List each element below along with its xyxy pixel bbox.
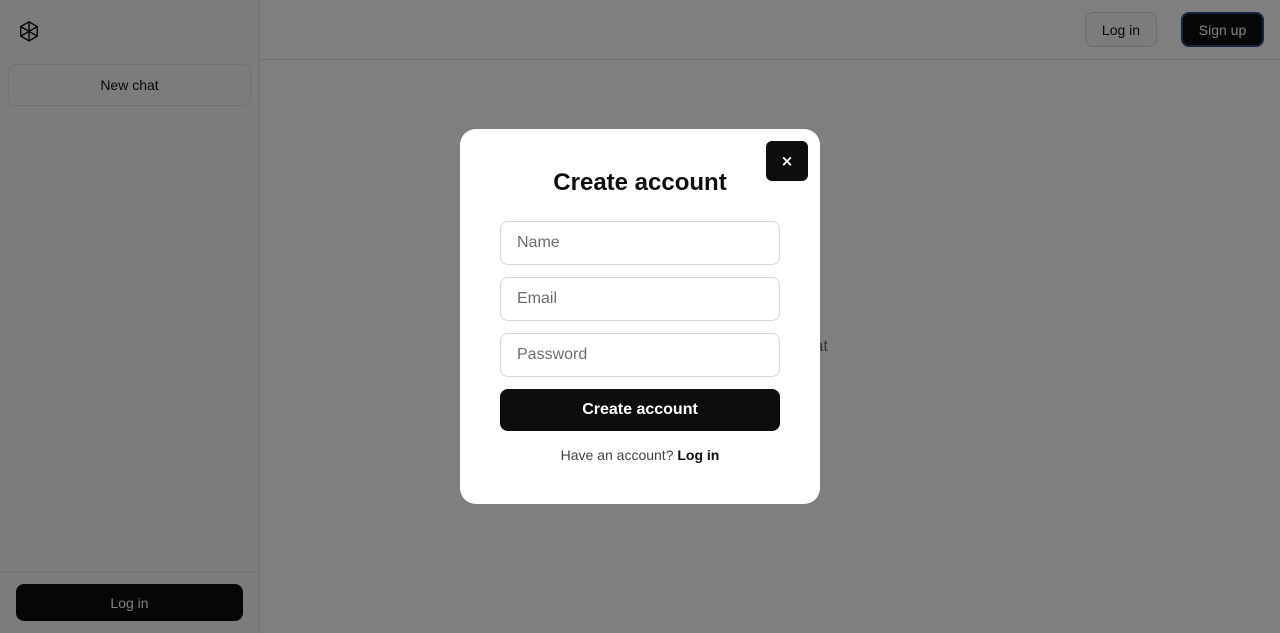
login-link[interactable]: Log in — [677, 447, 719, 463]
create-account-button[interactable]: Create account — [500, 389, 780, 431]
email-input[interactable] — [500, 277, 780, 321]
password-input[interactable] — [500, 333, 780, 377]
name-input[interactable] — [500, 221, 780, 265]
login-prompt: Have an account? Log in — [460, 447, 820, 463]
login-prompt-text: Have an account? — [560, 447, 674, 463]
create-account-modal: × Create account Create account Have an … — [460, 129, 820, 504]
modal-title: Create account — [553, 169, 727, 196]
